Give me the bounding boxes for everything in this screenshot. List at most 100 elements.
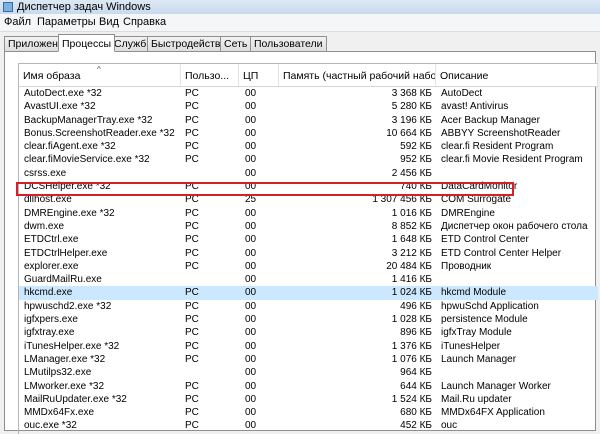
process-cpu: 00 xyxy=(245,167,257,179)
process-name: hkcmd.exe xyxy=(24,287,73,299)
menu-options[interactable]: Параметры xyxy=(37,14,96,31)
process-cpu: 00 xyxy=(245,274,257,286)
tab-users[interactable]: Пользователи xyxy=(250,36,327,51)
process-cpu: 00 xyxy=(245,260,257,272)
column-header-description[interactable]: Описание xyxy=(436,64,598,86)
process-row[interactable]: hpwuschd2.exe *32 PC 00 496 КБ hpwuSchd Appl… xyxy=(19,300,598,313)
process-row[interactable]: clear.fiMovieService.exe *32 PC 00 952 КБ cl… xyxy=(19,153,598,166)
title-bar: Диспетчер задач Windows xyxy=(0,0,600,14)
process-row[interactable]: MailRuUpdater.exe *32 PC 00 1 524 КБ Mail.Ru… xyxy=(19,393,598,406)
process-name: clear.fiMovieService.exe *32 xyxy=(24,154,150,166)
process-cpu: 00 xyxy=(245,220,257,232)
process-user: PC xyxy=(185,420,199,432)
process-row[interactable]: igfxpers.exe PC 00 1 028 КБ persistence Modu… xyxy=(19,313,598,326)
process-cpu: 00 xyxy=(245,154,257,166)
column-header-name[interactable]: ^ Имя образа xyxy=(19,64,181,86)
process-memory: 1 028 КБ xyxy=(391,314,432,326)
process-row[interactable]: AvastUI.exe *32 PC 00 5 280 КБ avast! Antivi… xyxy=(19,100,598,113)
process-cpu: 00 xyxy=(245,234,257,246)
process-description: MMDx64FX Application xyxy=(441,407,545,419)
process-row[interactable]: BackupManagerTray.exe *32 PC 00 3 196 КБ Ace… xyxy=(19,114,598,127)
process-row[interactable]: ouc.exe *32 PC 00 452 КБ ouc xyxy=(19,419,598,432)
process-row[interactable]: iTunesHelper.exe *32 PC 00 1 376 КБ iTunesHe… xyxy=(19,340,598,353)
process-cpu: 00 xyxy=(245,407,257,419)
process-name: BackupManagerTray.exe *32 xyxy=(24,114,153,126)
process-cpu: 00 xyxy=(245,353,257,365)
menu-file[interactable]: Файл xyxy=(4,14,31,31)
process-description: hkcmd Module xyxy=(441,287,507,299)
process-memory: 592 КБ xyxy=(400,141,432,153)
process-description: avast! Antivirus xyxy=(441,101,509,113)
process-row[interactable]: hkcmd.exe PC 00 1 024 КБ hkcmd Module xyxy=(19,286,598,300)
process-name: igfxtray.exe xyxy=(24,327,75,339)
processes-panel: ^ Имя образа Пользо... ЦП Память (частны… xyxy=(4,51,598,434)
process-description: ETD Control Center Helper xyxy=(441,247,562,259)
process-memory: 896 КБ xyxy=(400,327,432,339)
process-memory: 452 КБ xyxy=(400,420,432,432)
process-cpu: 00 xyxy=(245,141,257,153)
process-user: PC xyxy=(185,407,199,419)
process-row[interactable]: LManager.exe *32 PC 00 1 076 КБ Launch Manag… xyxy=(19,353,598,366)
process-name: LManager.exe *32 xyxy=(24,353,106,365)
process-row[interactable]: GuardMailRu.exe 00 1 416 КБ xyxy=(19,273,598,286)
process-name: MailRuUpdater.exe *32 xyxy=(24,393,127,405)
process-user: PC xyxy=(185,300,199,312)
process-row[interactable]: igfxtray.exe PC 00 896 КБ igfxTray Module xyxy=(19,326,598,339)
process-rows: AutoDect.exe *32 PC 00 3 368 КБ AutoDect Avas… xyxy=(19,87,598,434)
process-row[interactable]: clear.fiAgent.exe *32 PC 00 592 КБ clear.fi … xyxy=(19,140,598,153)
process-cpu: 00 xyxy=(245,314,257,326)
process-name: clear.fiAgent.exe *32 xyxy=(24,141,116,153)
process-row[interactable]: AutoDect.exe *32 PC 00 3 368 КБ AutoDect xyxy=(19,87,598,100)
tab-network[interactable]: Сеть xyxy=(220,36,252,51)
process-name: AutoDect.exe *32 xyxy=(24,88,102,99)
process-cpu: 00 xyxy=(245,127,257,139)
process-name: explorer.exe xyxy=(24,260,79,272)
process-name: Bonus.ScreenshotReader.exe *32 xyxy=(24,127,175,139)
process-cpu: 00 xyxy=(245,393,257,405)
process-row[interactable]: csrss.exe 00 2 456 КБ xyxy=(19,167,598,180)
window-title: Диспетчер задач Windows xyxy=(17,1,151,13)
tab-processes[interactable]: Процессы xyxy=(58,34,116,52)
column-header-user[interactable]: Пользо... xyxy=(181,64,239,86)
process-row[interactable]: dwm.exe PC 00 8 852 КБ Диспетчер окон рабоче… xyxy=(19,220,598,233)
process-row[interactable]: ETDCtrl.exe PC 00 1 648 КБ ETD Control Cente… xyxy=(19,233,598,246)
process-name: MMDx64Fx.exe xyxy=(24,407,95,419)
process-description: igfxTray Module xyxy=(441,327,512,339)
process-description: clear.fi Movie Resident Program xyxy=(441,154,583,166)
process-description: Acer Backup Manager xyxy=(441,114,540,126)
process-cpu: 00 xyxy=(245,300,257,312)
process-description: AutoDect xyxy=(441,88,483,99)
process-row[interactable]: ETDCtrlHelper.exe PC 00 3 212 КБ ETD Control… xyxy=(19,247,598,260)
process-name: ouc.exe *32 xyxy=(24,420,77,432)
process-memory: 8 852 КБ xyxy=(391,220,432,232)
process-name: igfxpers.exe xyxy=(24,314,78,326)
process-name: LMworker.exe *32 xyxy=(24,380,105,392)
process-description: hpwuSchd Application xyxy=(441,300,539,312)
process-row[interactable]: Bonus.ScreenshotReader.exe *32 PC 00 10 664… xyxy=(19,127,598,140)
process-description: Mail.Ru updater xyxy=(441,393,512,405)
process-memory: 496 КБ xyxy=(400,300,432,312)
menu-view[interactable]: Вид xyxy=(99,14,119,31)
process-cpu: 00 xyxy=(245,247,257,259)
process-memory: 1 024 КБ xyxy=(391,287,432,299)
column-header-memory[interactable]: Память (частный рабочий набор) xyxy=(279,64,436,86)
process-user: PC xyxy=(185,353,199,365)
process-row[interactable]: explorer.exe PC 00 20 484 КБ Проводник xyxy=(19,260,598,273)
process-memory: 3 196 КБ xyxy=(391,114,432,126)
process-row[interactable]: DMREngine.exe *32 PC 00 1 016 КБ DMREngine xyxy=(19,207,598,220)
process-cpu: 00 xyxy=(245,327,257,339)
process-memory: 644 КБ xyxy=(400,380,432,392)
column-header-row: ^ Имя образа Пользо... ЦП Память (частны… xyxy=(19,64,598,87)
process-row[interactable]: LMworker.exe *32 PC 00 644 КБ Launch Manager… xyxy=(19,380,598,393)
process-name: csrss.exe xyxy=(24,167,67,179)
process-row[interactable]: MMDx64Fx.exe PC 00 680 КБ MMDx64FX Applicati… xyxy=(19,406,598,419)
process-user: PC xyxy=(185,220,199,232)
process-memory: 20 484 КБ xyxy=(386,260,432,272)
process-cpu: 00 xyxy=(245,88,257,99)
process-cpu: 00 xyxy=(245,287,257,299)
process-name: ETDCtrl.exe xyxy=(24,234,79,246)
process-row[interactable]: LMutilps32.exe 00 964 КБ xyxy=(19,366,598,379)
menu-help[interactable]: Справка xyxy=(123,14,166,31)
process-user: PC xyxy=(185,314,199,326)
column-header-cpu[interactable]: ЦП xyxy=(239,64,279,86)
